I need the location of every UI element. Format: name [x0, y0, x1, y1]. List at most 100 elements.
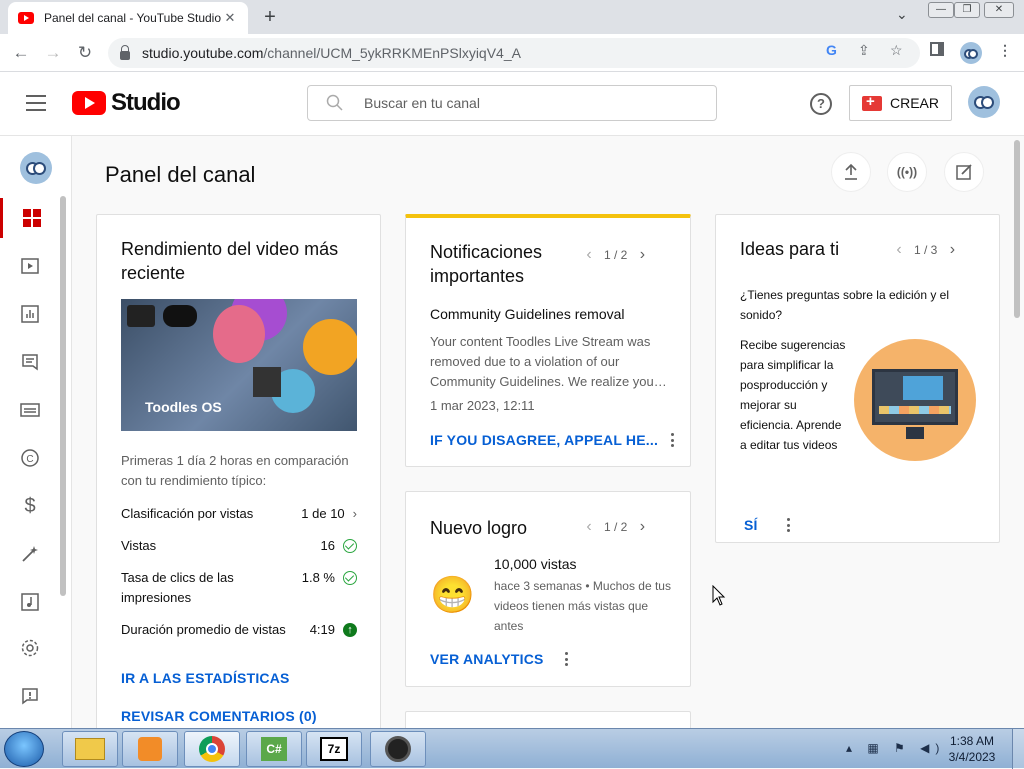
browser-tabbar: Panel del canal - YouTube Studio ✕ + ⌄ —…	[0, 0, 1024, 34]
studio-logo[interactable]: Studio	[72, 89, 181, 117]
taskbar-app-explorer[interactable]	[62, 731, 118, 767]
sidebar-item-comments[interactable]	[0, 342, 60, 382]
view-analytics-link[interactable]: VER ANALYTICS	[430, 651, 544, 667]
search-box[interactable]	[307, 85, 717, 121]
share-icon[interactable]: ⇪	[858, 42, 870, 59]
sidebar-item-customization[interactable]	[0, 534, 60, 574]
check-circle-icon	[343, 571, 357, 585]
stat-value: 1 de 10	[301, 506, 345, 521]
back-icon[interactable]: ←	[10, 42, 32, 64]
achievement-card: Nuevo logro ‹ 1 / 2 › 😁 10,000 vistas ha…	[405, 491, 691, 687]
main-scrollbar[interactable]	[1014, 140, 1020, 318]
feedback-icon	[22, 688, 38, 705]
pager-text: 1 / 3	[914, 243, 938, 257]
taskbar-clock[interactable]: 1:38 AM 3/4/2023	[944, 733, 1000, 765]
browser-toolbar: ← → ↻ studio.youtube.com/channel/UCM_5yk…	[0, 34, 1024, 72]
sidebar-item-dashboard[interactable]	[0, 198, 60, 238]
create-post-button[interactable]	[944, 152, 984, 192]
search-input[interactable]	[364, 95, 684, 111]
new-tab-icon[interactable]: +	[258, 6, 282, 29]
browser-menu-icon[interactable]: ⋮	[998, 42, 1012, 59]
show-desktop-button[interactable]	[1012, 729, 1024, 769]
editing-illustration	[854, 339, 976, 461]
system-tray[interactable]: ▴ ▦ ⚑ ◀)	[846, 741, 945, 755]
comparison-text: Primeras 1 día 2 horas en comparación co…	[121, 453, 349, 488]
sidebar-item-content[interactable]	[0, 246, 60, 286]
sidebar-item-settings[interactable]	[0, 628, 60, 668]
reload-icon[interactable]: ↻	[74, 42, 96, 64]
stat-row-ranking[interactable]: Clasificación por vistas 1 de 10 ›	[121, 504, 357, 524]
stat-value: 4:19	[309, 622, 335, 637]
appeal-link[interactable]: IF YOU DISAGREE, APPEAL HE...	[430, 432, 658, 448]
help-icon[interactable]: ?	[810, 93, 832, 115]
more-options-icon[interactable]	[558, 651, 574, 667]
go-to-analytics-link[interactable]: IR A LAS ESTADÍSTICAS	[121, 670, 290, 686]
close-window-icon[interactable]: ✕	[984, 2, 1014, 18]
sidebar-scrollbar[interactable]	[60, 196, 66, 596]
video-thumbnail[interactable]: Toodles OS	[121, 299, 357, 431]
sidebar-item-audio-library[interactable]	[0, 582, 60, 622]
thumbnail-label: Toodles OS	[145, 399, 222, 415]
next-card-partial	[405, 711, 691, 728]
hamburger-menu-icon[interactable]	[26, 95, 46, 111]
restore-window-icon[interactable]: ❐	[954, 2, 980, 18]
sidebar-item-copyright[interactable]: C	[0, 438, 60, 478]
create-button[interactable]: CREAR	[849, 85, 952, 121]
taskbar-app-chrome[interactable]	[184, 731, 240, 767]
taskbar-app-media-player[interactable]	[122, 731, 178, 767]
7zip-icon: 7z	[320, 737, 348, 761]
close-tab-icon[interactable]: ✕	[222, 10, 238, 26]
clapper-icon	[127, 305, 155, 327]
account-avatar[interactable]	[968, 86, 1000, 118]
stat-value: 16	[320, 538, 335, 553]
go-live-button[interactable]: ((•))	[887, 152, 927, 192]
chevron-right-icon[interactable]: ›	[631, 518, 653, 536]
chevron-right-icon[interactable]: ›	[631, 246, 653, 264]
copyright-icon: C	[21, 449, 39, 467]
more-options-icon[interactable]	[664, 432, 680, 448]
address-bar[interactable]: studio.youtube.com/channel/UCM_5ykRRKMEn…	[108, 38, 920, 68]
sidebar-item-feedback[interactable]	[0, 676, 60, 716]
taskbar-app-obs[interactable]	[370, 731, 426, 767]
minimize-window-icon[interactable]: —	[928, 2, 954, 18]
bookmark-star-icon[interactable]: ☆	[890, 42, 903, 59]
create-video-icon	[862, 93, 882, 111]
mouse-cursor-icon	[712, 585, 726, 606]
content-icon	[21, 258, 39, 274]
sidebar-item-subtitles[interactable]	[0, 390, 60, 430]
stat-label: Tasa de clics de las impresiones	[121, 570, 234, 605]
sidebar-item-analytics[interactable]	[0, 294, 60, 334]
chevron-right-icon: ›	[352, 506, 357, 521]
os-taskbar: C# 7z ▴ ▦ ⚑ ◀) 1:38 AM 3/4/2023	[0, 728, 1024, 769]
achievement-body: hace 3 semanas • Muchos de tus videos ti…	[494, 579, 671, 633]
browser-tab[interactable]: Panel del canal - YouTube Studio ✕	[8, 2, 248, 34]
stat-row-views: Vistas 16	[121, 536, 357, 556]
start-button[interactable]	[4, 731, 44, 767]
google-icon[interactable]: G	[826, 42, 837, 58]
review-comments-link[interactable]: REVISAR COMENTARIOS (0)	[121, 708, 317, 724]
taskbar-app-csharp[interactable]: C#	[246, 731, 302, 767]
chrome-icon-center	[206, 743, 218, 755]
studio-header: Studio ? CREAR	[0, 72, 1024, 136]
comments-icon	[22, 354, 38, 371]
profile-avatar[interactable]	[960, 42, 982, 64]
chevron-right-icon[interactable]: ›	[941, 241, 963, 259]
channel-avatar[interactable]	[20, 152, 52, 184]
chevron-left-icon[interactable]: ‹	[888, 241, 910, 259]
analytics-icon	[21, 305, 39, 323]
stat-label: Clasificación por vistas	[121, 506, 254, 521]
monitor-stand	[906, 427, 924, 439]
latest-video-title: Rendimiento del video más reciente	[121, 239, 339, 283]
upload-button[interactable]	[831, 152, 871, 192]
chevron-left-icon[interactable]: ‹	[578, 518, 600, 536]
chevron-left-icon[interactable]: ‹	[578, 246, 600, 264]
tab-search-chevron-icon[interactable]: ⌄	[896, 6, 908, 23]
sidebar-item-earn[interactable]: $	[0, 486, 60, 526]
side-panel-icon[interactable]	[930, 42, 944, 56]
taskbar-app-7zip[interactable]: 7z	[306, 731, 362, 767]
forward-icon[interactable]: →	[42, 42, 64, 64]
ideas-yes-link[interactable]: SÍ	[744, 517, 758, 533]
more-options-icon[interactable]	[780, 517, 796, 533]
edit-post-icon	[956, 164, 972, 180]
ideas-card: Ideas para ti ‹ 1 / 3 › ¿Tienes pregunta…	[715, 214, 1000, 543]
